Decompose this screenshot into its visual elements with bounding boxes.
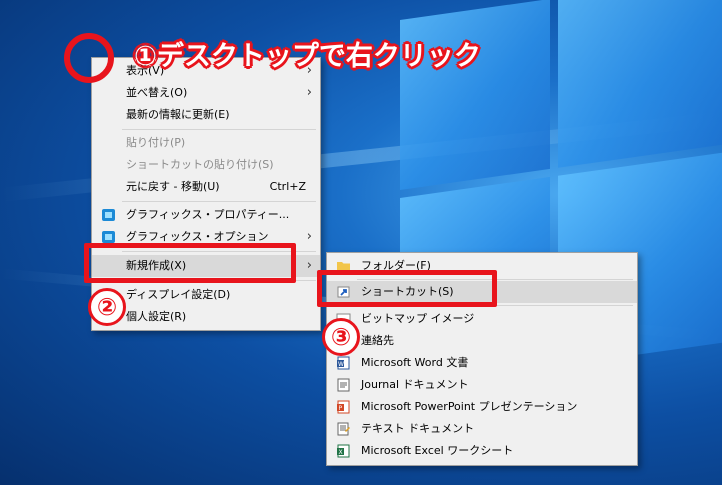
- menu-item-refresh[interactable]: 最新の情報に更新(E): [92, 104, 320, 126]
- submenu-item-powerpoint[interactable]: P Microsoft PowerPoint プレゼンテーション: [327, 396, 637, 418]
- menu-item-label: 並べ替え(O): [126, 86, 188, 99]
- menu-item-label: グラフィックス・プロパティー...: [126, 208, 290, 221]
- excel-icon: X: [337, 444, 350, 458]
- menu-item-undo-move[interactable]: 元に戻す - 移動(U) Ctrl+Z: [92, 176, 320, 198]
- svg-text:X: X: [339, 449, 343, 456]
- menu-item-label: ショートカットの貼り付け(S): [126, 158, 274, 171]
- powerpoint-icon: P: [337, 400, 350, 414]
- windows-logo-pane: [558, 0, 722, 168]
- chevron-right-icon: ›: [306, 258, 312, 273]
- menu-item-label: 貼り付け(P): [126, 136, 186, 149]
- menu-item-display-settings[interactable]: ディスプレイ設定(D): [92, 284, 320, 306]
- svg-text:W: W: [338, 361, 344, 368]
- menu-item-graphics-properties[interactable]: グラフィックス・プロパティー...: [92, 204, 320, 226]
- graphics-icon: [102, 209, 115, 221]
- step1-instruction: ①デスクトップで右クリック: [134, 41, 481, 72]
- submenu-item-bitmap[interactable]: ビットマップ イメージ: [327, 308, 637, 330]
- submenu-item-journal[interactable]: Journal ドキュメント: [327, 374, 637, 396]
- windows-logo-pane: [400, 0, 550, 191]
- submenu-item-label: Journal ドキュメント: [361, 378, 469, 391]
- menu-item-label: ディスプレイ設定(D): [126, 288, 231, 301]
- submenu-item-text-document[interactable]: テキスト ドキュメント: [327, 418, 637, 440]
- desktop-context-menu: 表示(V) › 並べ替え(O) › 最新の情報に更新(E) 貼り付け(P) ショ…: [91, 57, 321, 331]
- step3-badge: ③: [322, 318, 360, 356]
- menu-item-label: グラフィックス・オプション: [126, 230, 269, 243]
- submenu-item-excel[interactable]: X Microsoft Excel ワークシート: [327, 440, 637, 462]
- word-icon: W: [337, 356, 350, 370]
- submenu-item-contact[interactable]: 連絡先: [327, 330, 637, 352]
- step2-badge: ②: [88, 288, 126, 326]
- menu-separator: [122, 129, 316, 130]
- menu-item-personalize[interactable]: 個人設定(R): [92, 306, 320, 328]
- menu-separator: [122, 201, 316, 202]
- svg-text:P: P: [339, 405, 343, 412]
- menu-item-label: 最新の情報に更新(E): [126, 108, 230, 121]
- right-click-marker: [64, 33, 114, 83]
- submenu-item-label: 連絡先: [361, 334, 394, 347]
- text-document-icon: [337, 422, 350, 436]
- submenu-item-label: テキスト ドキュメント: [361, 422, 475, 435]
- highlight-new-item: [84, 243, 296, 283]
- submenu-item-label: Microsoft Word 文書: [361, 356, 469, 369]
- submenu-item-label: ビットマップ イメージ: [361, 312, 475, 325]
- menu-item-paste[interactable]: 貼り付け(P): [92, 132, 320, 154]
- chevron-right-icon: ›: [306, 85, 312, 100]
- menu-item-label: 元に戻す - 移動(U): [126, 180, 220, 193]
- highlight-shortcut-item: [317, 270, 497, 307]
- chevron-right-icon: ›: [306, 229, 312, 244]
- journal-icon: [337, 378, 350, 392]
- menu-item-shortcut: Ctrl+Z: [269, 180, 306, 193]
- submenu-item-label: Microsoft Excel ワークシート: [361, 444, 514, 457]
- menu-item-sort[interactable]: 並べ替え(O) ›: [92, 82, 320, 104]
- menu-item-label: 個人設定(R): [126, 310, 187, 323]
- menu-item-paste-shortcut[interactable]: ショートカットの貼り付け(S): [92, 154, 320, 176]
- submenu-item-label: Microsoft PowerPoint プレゼンテーション: [361, 400, 578, 413]
- graphics-icon: [102, 231, 115, 243]
- submenu-item-word[interactable]: W Microsoft Word 文書: [327, 352, 637, 374]
